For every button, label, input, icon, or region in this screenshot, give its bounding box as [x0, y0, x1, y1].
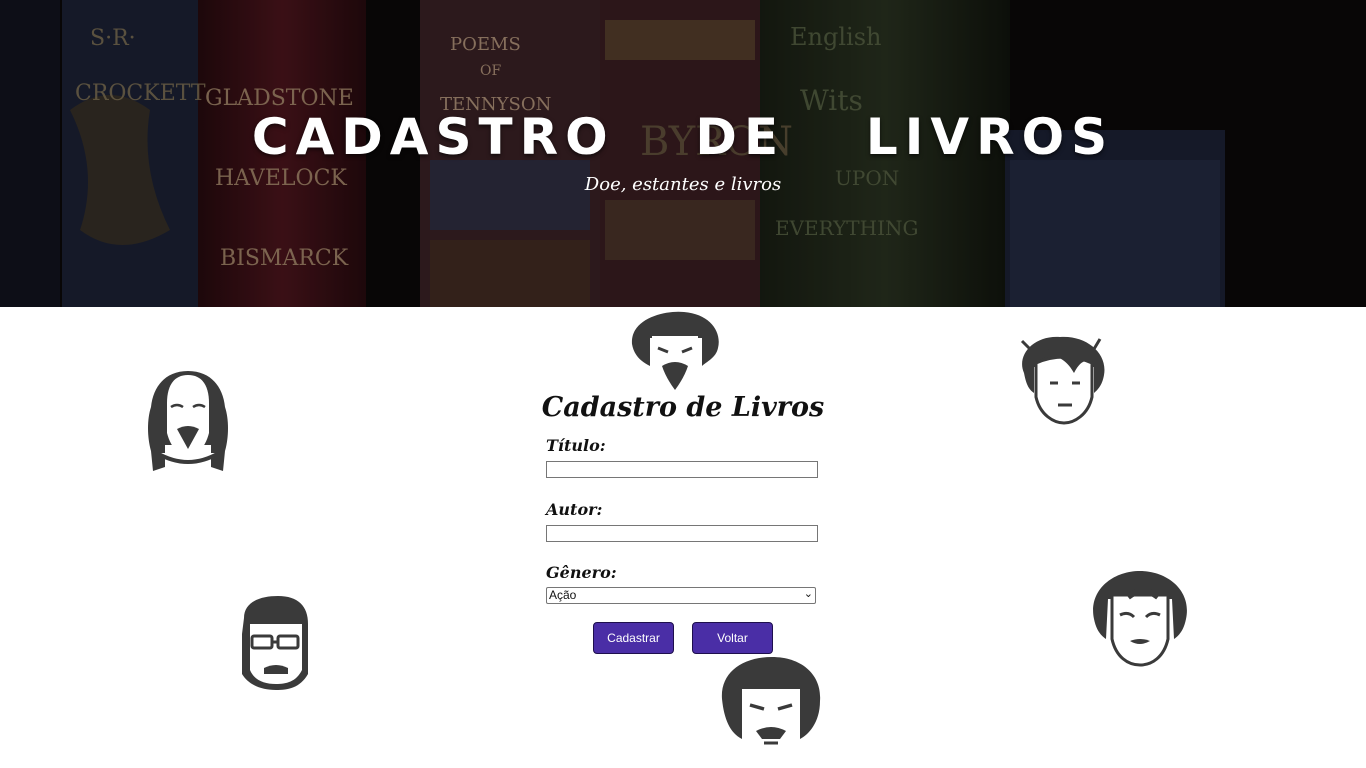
- titulo-label: Título:: [546, 436, 606, 455]
- cervantes-face-icon: [631, 311, 719, 390]
- page-subtitle: Doe, estantes e livros: [584, 174, 782, 195]
- autor-input[interactable]: [546, 525, 818, 542]
- genero-select[interactable]: Ação ⌄: [546, 587, 816, 604]
- cadastrar-button[interactable]: Cadastrar: [593, 622, 674, 654]
- stephen-king-face-icon: [242, 596, 308, 690]
- oscar-wilde-face-icon: [1093, 571, 1187, 667]
- chevron-down-icon: ⌄: [803, 588, 813, 600]
- autor-label: Autor:: [546, 500, 603, 519]
- titulo-input[interactable]: [546, 461, 818, 478]
- voltar-button[interactable]: Voltar: [692, 622, 773, 654]
- hero-banner: S·R· CROCKETT GLADSTONE HAVELOCK BISMARC…: [0, 0, 1366, 307]
- genero-selected-value: Ação: [549, 588, 577, 602]
- page-title: CADASTRO DE LIVROS: [251, 108, 1115, 166]
- edgar-allan-poe-face-icon: [721, 657, 821, 755]
- form-title: Cadastro de Livros: [541, 392, 825, 423]
- genero-label: Gênero:: [546, 563, 617, 582]
